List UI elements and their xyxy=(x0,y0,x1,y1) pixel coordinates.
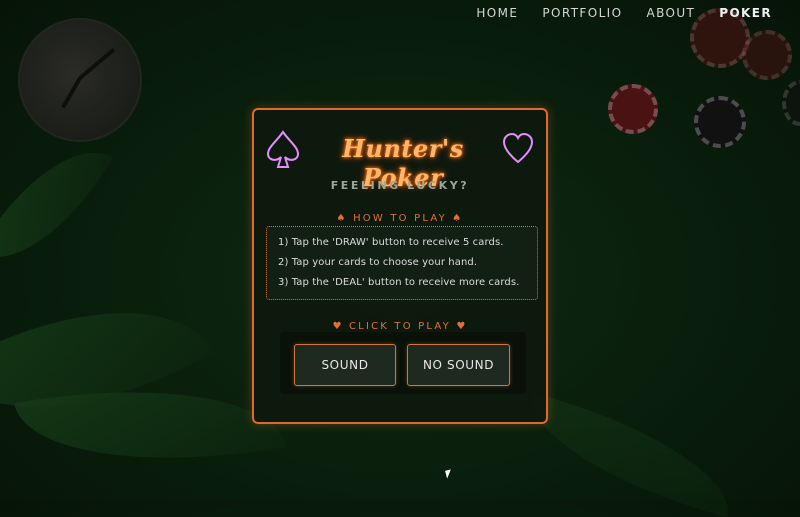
background-poker-chip xyxy=(782,80,800,126)
logo: Hunter's Poker xyxy=(266,128,534,192)
sound-button[interactable]: SOUND xyxy=(294,344,396,386)
rule-step: 3) Tap the 'DEAL' button to receive more… xyxy=(278,277,520,288)
top-nav: HOME PORTFOLIO ABOUT POKER xyxy=(464,6,784,20)
no-sound-button[interactable]: NO SOUND xyxy=(407,344,510,386)
tagline: FEELING LUCKY? xyxy=(330,179,470,192)
nav-poker[interactable]: POKER xyxy=(707,6,784,20)
rule-step: 1) Tap the 'DRAW' button to receive 5 ca… xyxy=(278,237,504,248)
heart-neon-icon xyxy=(502,132,534,164)
sound-choice-group: SOUND NO SOUND xyxy=(280,332,526,394)
background-poker-chip xyxy=(694,96,746,148)
nav-about[interactable]: ABOUT xyxy=(634,6,707,20)
click-to-play-title: ♥ CLICK TO PLAY ♥ xyxy=(332,321,468,332)
nav-portfolio[interactable]: PORTFOLIO xyxy=(530,6,634,20)
mouse-cursor-icon xyxy=(445,469,453,479)
rule-step: 2) Tap your cards to choose your hand. xyxy=(278,257,478,268)
background-poker-chip xyxy=(608,84,658,134)
background-leaf xyxy=(514,392,746,517)
background-leaf xyxy=(0,122,113,288)
how-to-play-title: ♠ HOW TO PLAY ♠ xyxy=(336,213,464,224)
background-clock xyxy=(18,18,142,142)
background-poker-chip xyxy=(742,30,792,80)
how-to-play-rules: 1) Tap the 'DRAW' button to receive 5 ca… xyxy=(266,226,538,300)
spade-neon-icon xyxy=(266,130,300,168)
game-start-panel: Hunter's Poker FEELING LUCKY? ♠ HOW TO P… xyxy=(252,108,548,424)
nav-home[interactable]: HOME xyxy=(464,6,530,20)
